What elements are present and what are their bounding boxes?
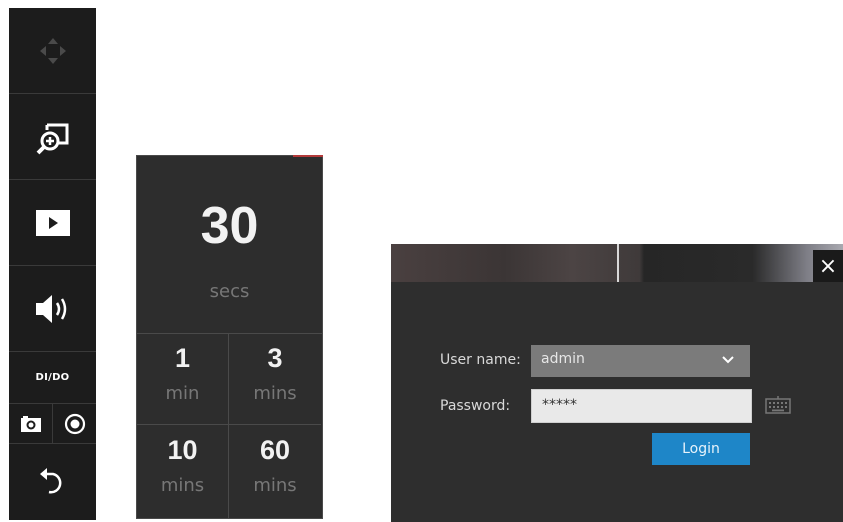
digital-zoom-icon: [33, 117, 73, 157]
control-sidebar: DI/DO: [9, 8, 96, 520]
close-button[interactable]: ×: [813, 250, 843, 282]
chevron-down-icon: [722, 352, 734, 368]
timeout-option-current[interactable]: 30 secs: [137, 156, 322, 334]
timeout-option-unit: mins: [253, 475, 297, 496]
preview-divider: [617, 244, 619, 282]
password-value: *****: [542, 397, 577, 413]
timeout-option-unit: mins: [160, 475, 205, 496]
undo-icon: [37, 465, 69, 499]
username-select[interactable]: admin: [531, 345, 750, 377]
play-button[interactable]: [9, 180, 96, 266]
ptz-arrows-icon: [33, 31, 73, 71]
password-label: Password:: [440, 398, 511, 414]
timeout-option-value: 3: [267, 343, 283, 373]
record-icon: [64, 413, 86, 435]
close-icon: ×: [818, 253, 838, 279]
username-value: admin: [541, 351, 585, 367]
timeout-option-value: 10: [167, 435, 198, 465]
dido-label: DI/DO: [35, 372, 70, 383]
back-button[interactable]: [9, 444, 96, 520]
timeout-main-value: 30: [200, 197, 259, 255]
login-button[interactable]: Login: [652, 433, 750, 465]
timeout-option-value: 1: [174, 343, 191, 373]
login-dialog: × User name: admin Password: ***** Login: [391, 244, 843, 522]
camera-icon: [20, 415, 42, 433]
dido-button[interactable]: DI/DO: [9, 352, 96, 404]
ptz-control[interactable]: [9, 8, 96, 94]
password-field[interactable]: *****: [531, 389, 752, 423]
record-button[interactable]: [52, 403, 96, 444]
volume-button[interactable]: [9, 266, 96, 352]
timeout-option-value: 60: [259, 435, 291, 465]
username-label: User name:: [440, 352, 521, 368]
timeout-option-10mins[interactable]: 10 mins: [137, 425, 229, 518]
snapshot-record-row: [9, 403, 96, 444]
timeout-option-unit: min: [165, 383, 200, 404]
timeout-option-1min[interactable]: 1 min: [137, 333, 229, 425]
volume-icon: [33, 291, 73, 327]
keyboard-icon[interactable]: [765, 396, 791, 418]
play-icon: [35, 209, 70, 236]
digital-zoom-button[interactable]: [9, 94, 96, 180]
video-preview-strip: ×: [391, 244, 843, 282]
timeout-main-unit: secs: [209, 281, 250, 302]
snapshot-button[interactable]: [9, 404, 52, 444]
timeout-option-60mins[interactable]: 60 mins: [229, 425, 321, 518]
timeout-option-unit: mins: [253, 383, 297, 404]
timeout-panel: 30 secs 1 min 3 mins 10 mins 60 mins: [136, 155, 323, 519]
timeout-option-3mins[interactable]: 3 mins: [229, 333, 321, 425]
